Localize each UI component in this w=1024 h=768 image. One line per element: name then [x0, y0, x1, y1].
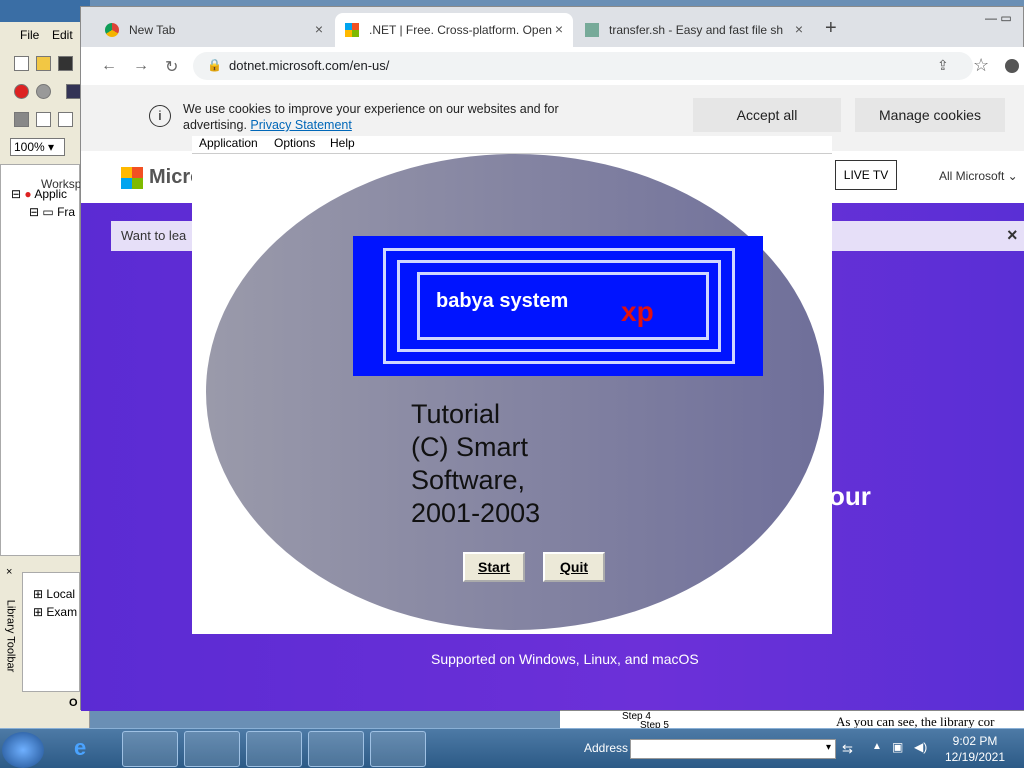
explorer-icon[interactable]: [122, 731, 178, 767]
live-tv-button[interactable]: LIVE TV: [835, 160, 897, 190]
close-tab-icon[interactable]: ×: [555, 21, 563, 37]
back-icon[interactable]: ←: [101, 57, 117, 75]
close-tab-icon[interactable]: ×: [795, 21, 803, 37]
close-tab-icon[interactable]: ×: [315, 21, 323, 37]
window-controls[interactable]: — ▭: [985, 11, 1012, 25]
tutorial-dialog: Application Options Help babya system xp…: [192, 136, 832, 634]
lock-icon: 🔒: [207, 58, 222, 72]
tutorial-text: Tutorial (C) Smart Software, 2001-2003: [411, 399, 541, 528]
privacy-statement-link[interactable]: Privacy Statement: [250, 118, 351, 132]
quit-button[interactable]: Quit: [543, 552, 605, 582]
tray-expand-icon[interactable]: ▲: [872, 741, 882, 752]
reload-icon[interactable]: ↻: [165, 57, 178, 77]
lib-item-local[interactable]: ⊞ Local: [33, 587, 75, 601]
clock[interactable]: 9:02 PM 12/19/2021: [940, 733, 1010, 765]
game-app-icon[interactable]: [370, 731, 426, 767]
lib-tab[interactable]: O: [69, 697, 78, 709]
microsoft-icon: [345, 23, 359, 37]
clock-time: 9:02 PM: [952, 734, 998, 748]
f2-app-icon[interactable]: [308, 731, 364, 767]
start-button[interactable]: [2, 732, 44, 768]
background-doc-window: Step 4 Step 5 As you can see, the librar…: [560, 710, 1024, 731]
tab-transfer[interactable]: transfer.sh - Easy and fast file sh ×: [575, 13, 813, 47]
dialog-menubar: Application Options Help: [192, 136, 832, 154]
toolbar: ← → ↻ 🔒 dotnet.microsoft.com/en-us/ ⇪ ☆: [81, 47, 1024, 85]
ide-menubar: File Edit: [0, 26, 90, 46]
network-icon[interactable]: ▣: [892, 740, 903, 754]
transfer-icon: [585, 23, 599, 37]
go-icon[interactable]: ⇆: [842, 741, 853, 757]
supported-platforms: Supported on Windows, Linux, and macOS: [431, 651, 699, 667]
address-toolbar-input[interactable]: ▾: [630, 739, 836, 759]
chrome-icon: [105, 23, 119, 37]
tab-label: transfer.sh - Easy and fast file sh: [609, 23, 784, 37]
menu-options[interactable]: Options: [274, 136, 315, 150]
grid-icon[interactable]: [66, 84, 81, 99]
media-player-icon[interactable]: [184, 731, 240, 767]
workspace-panel: Workspace T ⊟ ● Applic ⊟ ▭ Fra: [0, 164, 111, 556]
open-folder-icon[interactable]: [36, 56, 51, 71]
lib-item-examples[interactable]: ⊞ Exam: [33, 605, 77, 619]
menu-application[interactable]: Application: [199, 136, 258, 150]
start-button[interactable]: Start: [463, 552, 525, 582]
manage-cookies-button[interactable]: Manage cookies: [855, 98, 1005, 132]
microsoft-logo-icon: [121, 167, 143, 189]
tool-icon[interactable]: [14, 112, 29, 127]
address-bar[interactable]: 🔒 dotnet.microsoft.com/en-us/ ⇪: [193, 52, 973, 80]
forward-icon[interactable]: →: [133, 57, 149, 75]
taskbar: e Address ▾ ⇆ ▲ ▣ ◀) 9:02 PM 12/19/2021: [0, 728, 1024, 768]
new-file-icon[interactable]: [14, 56, 29, 71]
all-microsoft-menu[interactable]: All Microsoft ⌄: [939, 169, 1018, 183]
tab-new-tab[interactable]: New Tab ×: [95, 13, 333, 47]
list-icon[interactable]: [36, 112, 51, 127]
logo-xp: xp: [621, 296, 654, 327]
save-icon[interactable]: [58, 56, 73, 71]
bookmark-star-icon[interactable]: ☆: [973, 55, 989, 76]
ide-window: File Edit 100% ▾ Workspace T ⊟ ● Applic …: [0, 0, 111, 728]
close-banner-icon[interactable]: ×: [1007, 225, 1018, 246]
tab-label: New Tab: [129, 23, 176, 37]
ide-menu-edit[interactable]: Edit: [52, 28, 73, 42]
zoom-select[interactable]: 100% ▾: [10, 138, 65, 156]
chrome-taskbar-icon[interactable]: [246, 731, 302, 767]
share-icon[interactable]: ⇪: [937, 57, 949, 74]
library-toolbar-label: Library Toolbar: [4, 599, 17, 673]
hero-headline: our: [829, 481, 871, 511]
profile-icon[interactable]: [1005, 59, 1019, 73]
tree-item-application[interactable]: ⊟ ● Applic: [11, 187, 67, 201]
tab-dotnet[interactable]: .NET | Free. Cross-platform. Open ×: [335, 13, 573, 47]
ide-menu-file[interactable]: File: [20, 28, 39, 42]
library-tree: ⊞ Local ⊞ Exam O: [22, 572, 80, 709]
close-icon[interactable]: ×: [6, 566, 12, 578]
info-icon: i: [149, 105, 171, 127]
window-icon[interactable]: [58, 112, 73, 127]
tab-label: .NET | Free. Cross-platform. Open: [369, 23, 552, 37]
ide-titlebar: [0, 0, 90, 22]
banner-text: Want to lea: [121, 228, 187, 243]
url-text: dotnet.microsoft.com/en-us/: [229, 58, 390, 73]
zoom-value: 100%: [14, 140, 45, 154]
record-icon[interactable]: [36, 84, 51, 99]
clock-date: 12/19/2021: [944, 750, 1006, 764]
ie-icon[interactable]: e: [74, 735, 86, 761]
tree-item-frame[interactable]: ⊟ ▭ Fra: [29, 205, 75, 219]
cookie-message: We use cookies to improve your experienc…: [183, 102, 559, 132]
volume-icon[interactable]: ◀): [914, 740, 927, 754]
new-tab-icon[interactable]: +: [825, 17, 837, 40]
logo-text: babya system: [436, 290, 569, 312]
product-logo: babya system xp: [353, 236, 763, 376]
stop-icon[interactable]: [14, 84, 29, 99]
menu-help[interactable]: Help: [330, 136, 355, 150]
accept-all-button[interactable]: Accept all: [693, 98, 841, 132]
address-toolbar-label: Address: [584, 741, 629, 755]
